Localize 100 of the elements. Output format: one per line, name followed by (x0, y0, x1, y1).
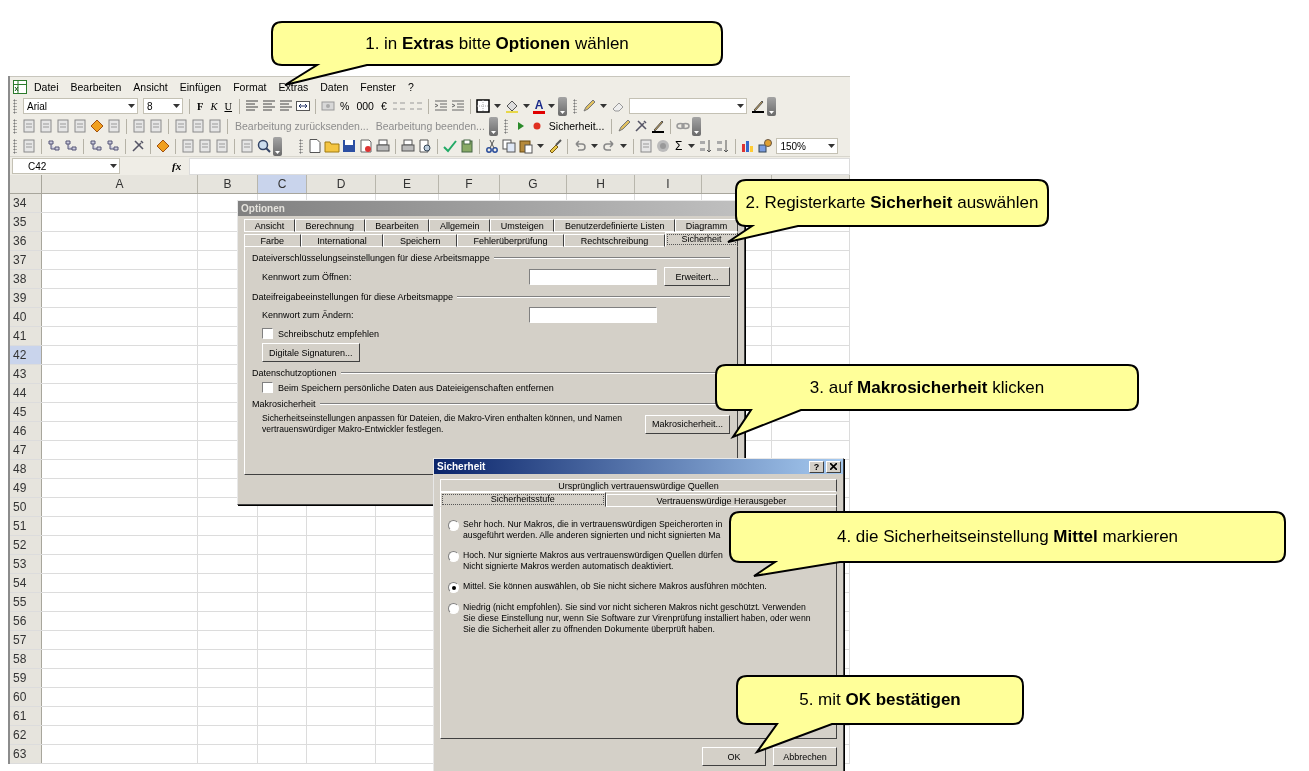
dialog-button[interactable]: OK (702, 747, 766, 766)
row-header[interactable]: 61 (10, 707, 42, 725)
magnifier-icon[interactable] (256, 138, 272, 154)
row-header[interactable]: 53 (10, 555, 42, 573)
name-box[interactable]: C42 (12, 158, 120, 174)
row-header[interactable]: 60 (10, 688, 42, 706)
tab[interactable]: Sicherheit (664, 232, 738, 247)
advanced-button[interactable]: Erweitert... (664, 267, 730, 286)
align-icon[interactable] (261, 98, 278, 114)
row-header[interactable]: 49 (10, 479, 42, 497)
tab[interactable]: Berechnung (294, 219, 365, 232)
autosum-button[interactable]: Σ (672, 139, 686, 153)
row-header[interactable]: 51 (10, 517, 42, 535)
row-header[interactable]: 59 (10, 669, 42, 687)
clipboard-icon[interactable] (518, 138, 534, 154)
tab[interactable]: Speichern (383, 234, 457, 247)
radio-button[interactable] (448, 551, 459, 562)
menu-item[interactable]: ? (401, 80, 420, 93)
row-header[interactable]: 41 (10, 327, 42, 345)
printer-icon[interactable] (400, 138, 416, 154)
spreadsheet-icon[interactable] (12, 78, 28, 95)
radio-button[interactable] (448, 582, 459, 593)
caret-icon[interactable] (737, 104, 745, 108)
caret-icon[interactable] (522, 104, 530, 108)
merge-cells-icon[interactable] (295, 98, 312, 114)
currency-icon[interactable] (320, 98, 337, 114)
diamond-icon[interactable] (89, 118, 105, 134)
radio-button[interactable] (448, 520, 459, 531)
menu-item[interactable]: Format (227, 80, 273, 93)
spelling-check-icon[interactable] (442, 138, 458, 154)
printer-icon[interactable] (375, 138, 391, 154)
row-header[interactable]: 62 (10, 726, 42, 744)
tab[interactable]: Umsteigen (490, 219, 555, 232)
tab[interactable]: Rechtschreibung (564, 234, 665, 247)
number-format-button[interactable]: € (377, 100, 390, 112)
function-button[interactable]: fx (172, 160, 182, 172)
row-header[interactable]: 63 (10, 745, 42, 763)
paint-bucket-icon[interactable] (503, 98, 520, 114)
row-header[interactable]: 46 (10, 422, 42, 440)
tab[interactable]: International (300, 234, 384, 247)
caret-icon[interactable] (591, 144, 598, 148)
tab[interactable]: Sicherheitsstufe (440, 492, 606, 507)
tab[interactable]: Diagramm (675, 219, 738, 232)
indent-icon[interactable] (432, 98, 449, 114)
caret-icon[interactable] (620, 144, 627, 148)
caret-icon[interactable] (537, 144, 544, 148)
document-icon[interactable] (307, 138, 323, 154)
book-icon[interactable] (459, 138, 475, 154)
row-header[interactable]: 55 (10, 593, 42, 611)
pencil-icon[interactable] (616, 118, 633, 134)
toolbar-options-icon[interactable] (558, 96, 568, 116)
grip-handle[interactable] (503, 118, 508, 134)
grip-handle[interactable] (299, 138, 303, 154)
row-header[interactable]: 34 (10, 194, 42, 212)
menu-item[interactable]: Ansicht (127, 80, 174, 93)
print-preview-icon[interactable] (417, 138, 433, 154)
caret-icon[interactable] (548, 104, 556, 108)
align-icon[interactable] (244, 98, 261, 114)
tab[interactable]: Benutzerdefinierte Listen (554, 219, 676, 232)
password-field[interactable] (529, 307, 657, 323)
diamond-icon[interactable] (155, 138, 171, 154)
row-header[interactable]: 48 (10, 460, 42, 478)
row-header[interactable]: 42 (10, 346, 42, 364)
indent-icon[interactable] (449, 98, 466, 114)
caret-icon[interactable] (110, 164, 117, 168)
tab[interactable]: Ansicht (244, 219, 295, 232)
caret-icon[interactable] (493, 104, 501, 108)
border-icon[interactable] (474, 98, 491, 114)
checkbox[interactable] (262, 382, 273, 393)
row-header[interactable]: 38 (10, 270, 42, 288)
tab[interactable]: Farbe (244, 234, 301, 247)
zoom-field[interactable]: 150% (776, 138, 839, 154)
caret-icon[interactable] (173, 104, 180, 108)
row-header[interactable]: 56 (10, 612, 42, 630)
tree-icon[interactable] (63, 138, 79, 154)
pen-icon[interactable] (750, 98, 767, 114)
close-button[interactable] (826, 460, 841, 473)
menu-item[interactable]: Extras (272, 80, 315, 93)
menu-item[interactable]: Daten (314, 80, 355, 93)
close-icon[interactable] (830, 463, 837, 470)
shapes-icon[interactable] (757, 138, 774, 154)
toolbar-options-icon[interactable] (488, 116, 498, 136)
grip-handle[interactable] (573, 98, 578, 114)
font-style-button[interactable]: F (194, 100, 207, 112)
tree-icon[interactable] (88, 138, 104, 154)
row-header[interactable]: 37 (10, 251, 42, 269)
caret-icon[interactable] (688, 144, 696, 148)
checkbox[interactable] (262, 328, 273, 339)
row-header[interactable]: 45 (10, 403, 42, 421)
pencil-icon[interactable] (581, 98, 598, 114)
number-format-button[interactable]: % (337, 100, 353, 112)
help-button[interactable]: ? (809, 460, 824, 473)
row-header[interactable]: 58 (10, 650, 42, 668)
tree-icon[interactable] (105, 138, 121, 154)
macro-security-button[interactable]: Makrosicherheit... (644, 414, 730, 434)
row-header[interactable]: 35 (10, 213, 42, 231)
caret-icon[interactable] (600, 104, 608, 108)
formula-field[interactable] (189, 157, 850, 175)
dialog-button[interactable]: Abbrechen (773, 747, 837, 766)
grip-handle[interactable] (13, 138, 17, 154)
